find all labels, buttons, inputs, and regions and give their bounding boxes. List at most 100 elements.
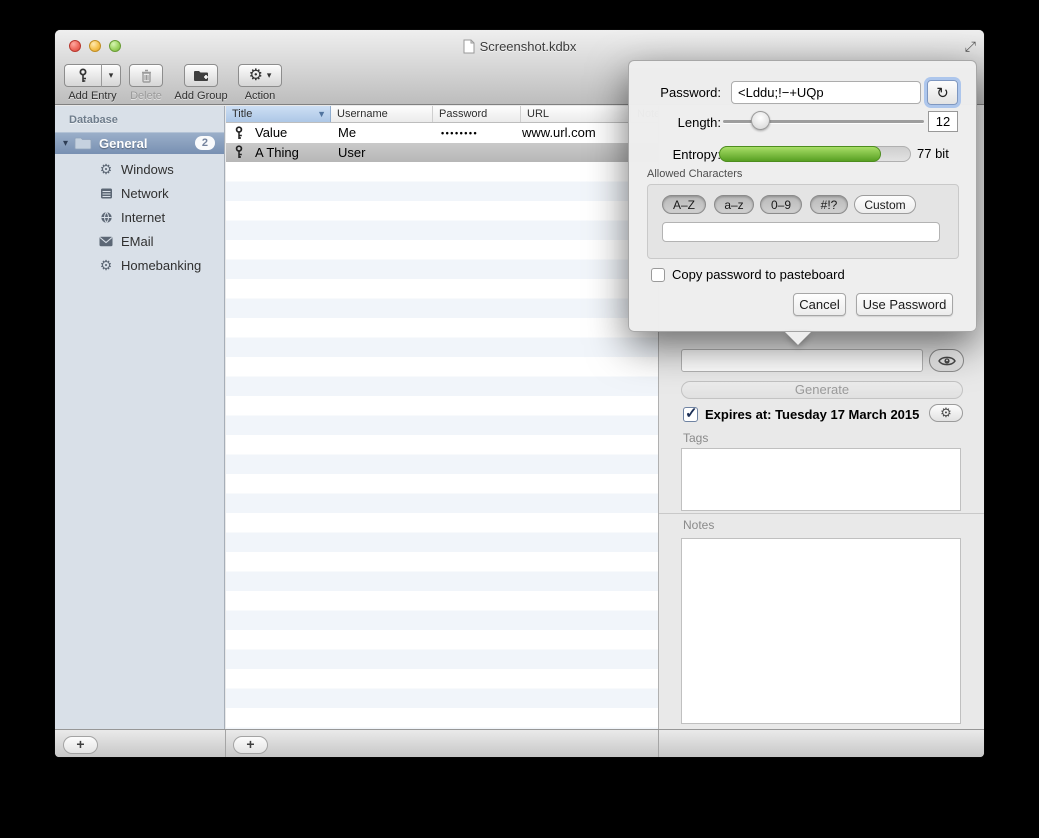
password-input[interactable] bbox=[681, 349, 923, 372]
sidebar-item-network[interactable]: Network bbox=[55, 181, 224, 205]
charset-lowercase-button[interactable]: a–z bbox=[714, 195, 754, 214]
entropy-bar-fill bbox=[719, 146, 881, 162]
allowed-characters-group: A–Z a–z 0–9 #!? Custom bbox=[647, 184, 959, 259]
expiry-options-button[interactable]: ⚙ bbox=[929, 404, 963, 422]
globe-icon bbox=[98, 211, 114, 224]
sidebar-item-general[interactable]: ▾ General 2 bbox=[55, 132, 224, 154]
copy-to-pasteboard-checkbox[interactable] bbox=[651, 268, 665, 282]
notes-label: Notes bbox=[683, 518, 714, 532]
divider bbox=[658, 730, 659, 757]
sidebar-item-email[interactable]: EMail bbox=[55, 229, 224, 253]
cell-title: A Thing bbox=[255, 145, 299, 160]
add-group-label: Add Group bbox=[174, 90, 227, 102]
folder-plus-icon bbox=[193, 69, 209, 82]
delete-button[interactable] bbox=[129, 64, 163, 87]
divider bbox=[225, 730, 226, 757]
section-divider bbox=[659, 513, 984, 514]
sidebar-item-internet[interactable]: Internet bbox=[55, 205, 224, 229]
eye-icon bbox=[938, 355, 956, 367]
sidebar: Database ▾ General 2 ⚙ Windows bbox=[55, 106, 225, 729]
notes-input[interactable] bbox=[681, 538, 961, 724]
key-icon bbox=[234, 126, 244, 140]
column-header-username[interactable]: Username bbox=[331, 106, 433, 122]
action-label: Action bbox=[245, 90, 276, 102]
entry-table: Title ▼ Username Password URL Notes bbox=[226, 106, 658, 729]
show-password-button[interactable] bbox=[929, 349, 964, 372]
cell-username: User bbox=[331, 145, 433, 160]
charset-uppercase-button[interactable]: A–Z bbox=[662, 195, 706, 214]
action-button[interactable]: ⚙ ▾ bbox=[238, 64, 282, 87]
sidebar-section-header: Database bbox=[69, 114, 118, 126]
document-icon bbox=[463, 39, 475, 54]
table-row[interactable]: Value Me •••••••• www.url.com bbox=[226, 123, 658, 143]
add-entry-label: Add Entry bbox=[68, 90, 116, 102]
copy-to-pasteboard-label: Copy password to pasteboard bbox=[672, 267, 845, 282]
tags-input[interactable] bbox=[681, 448, 961, 511]
cell-username: Me bbox=[331, 125, 433, 140]
desktop-background: Screenshot.kdbx ⤢ ▾ bbox=[0, 0, 1039, 838]
sort-descending-icon: ▼ bbox=[317, 109, 326, 119]
key-icon bbox=[77, 68, 89, 83]
regenerate-button[interactable]: ↻ bbox=[927, 80, 958, 105]
plus-icon: + bbox=[246, 736, 254, 752]
cell-url: www.url.com bbox=[521, 125, 631, 140]
entropy-label: Entropy: bbox=[629, 147, 721, 162]
disclosure-triangle-icon[interactable]: ▾ bbox=[63, 138, 68, 149]
entry-count-badge: 2 bbox=[195, 136, 215, 150]
gear-icon: ⚙ bbox=[98, 257, 114, 274]
fullscreen-icon[interactable]: ⤢ bbox=[965, 38, 976, 55]
popover-arrow bbox=[785, 332, 811, 345]
bottom-bar: + + bbox=[55, 729, 984, 757]
chevron-down-icon: ▾ bbox=[267, 71, 272, 80]
gear-icon: ⚙ bbox=[940, 405, 952, 421]
cell-password: •••••••• bbox=[433, 128, 521, 138]
tags-label: Tags bbox=[683, 431, 708, 445]
entropy-value: 77 bit bbox=[917, 146, 949, 161]
cell-title: Value bbox=[255, 125, 287, 140]
column-header-title[interactable]: Title ▼ bbox=[226, 106, 331, 122]
table-header: Title ▼ Username Password URL Notes bbox=[226, 106, 658, 123]
add-entry-dropdown-button[interactable]: ▾ bbox=[101, 64, 121, 87]
allowed-characters-label: Allowed Characters bbox=[647, 168, 742, 180]
sidebar-item-homebanking[interactable]: ⚙ Homebanking bbox=[55, 253, 224, 277]
cancel-button[interactable]: Cancel bbox=[793, 293, 846, 316]
sidebar-item-windows[interactable]: ⚙ Windows bbox=[55, 157, 224, 181]
column-header-password[interactable]: Password bbox=[433, 106, 521, 122]
folder-icon bbox=[74, 136, 92, 150]
plus-icon: + bbox=[76, 736, 84, 752]
column-header-url[interactable]: URL bbox=[521, 106, 631, 122]
charset-custom-button[interactable]: Custom bbox=[854, 195, 916, 214]
table-row-selected[interactable]: A Thing User bbox=[226, 143, 658, 163]
gear-icon: ⚙ bbox=[249, 68, 263, 84]
refresh-icon: ↻ bbox=[936, 84, 949, 102]
chevron-down-icon: ▾ bbox=[109, 71, 114, 80]
envelope-icon bbox=[98, 236, 114, 247]
delete-label: Delete bbox=[130, 90, 162, 102]
check-icon: ✓ bbox=[685, 404, 698, 422]
add-entry-button[interactable] bbox=[64, 64, 101, 87]
expires-checkbox[interactable]: ✓ bbox=[683, 407, 698, 422]
window-title: Screenshot.kdbx bbox=[480, 39, 577, 54]
entropy-bar bbox=[719, 146, 911, 162]
password-generator-popover: Password: ↻ Length: 12 Entropy: 77 bit A… bbox=[628, 60, 977, 332]
server-icon bbox=[98, 187, 114, 200]
password-label: Password: bbox=[629, 85, 721, 100]
trash-icon bbox=[141, 69, 152, 83]
generate-button[interactable]: Generate bbox=[681, 381, 963, 399]
generated-password-input[interactable] bbox=[731, 81, 921, 104]
add-group-button[interactable] bbox=[184, 64, 218, 87]
add-entry-plus-button[interactable]: + bbox=[233, 736, 268, 754]
length-slider-thumb[interactable] bbox=[751, 111, 770, 130]
add-group-plus-button[interactable]: + bbox=[63, 736, 98, 754]
sidebar-group-label: General bbox=[99, 136, 195, 151]
charset-digits-button[interactable]: 0–9 bbox=[760, 195, 802, 214]
length-label: Length: bbox=[629, 115, 721, 130]
length-value-input[interactable]: 12 bbox=[928, 111, 958, 132]
use-password-button[interactable]: Use Password bbox=[856, 293, 953, 316]
key-icon bbox=[234, 145, 244, 159]
table-empty-rows bbox=[226, 162, 658, 729]
expires-label: Expires at: Tuesday 17 March 2015 bbox=[705, 407, 919, 422]
custom-characters-input[interactable] bbox=[662, 222, 940, 242]
gear-icon: ⚙ bbox=[98, 161, 114, 178]
charset-symbols-button[interactable]: #!? bbox=[810, 195, 848, 214]
